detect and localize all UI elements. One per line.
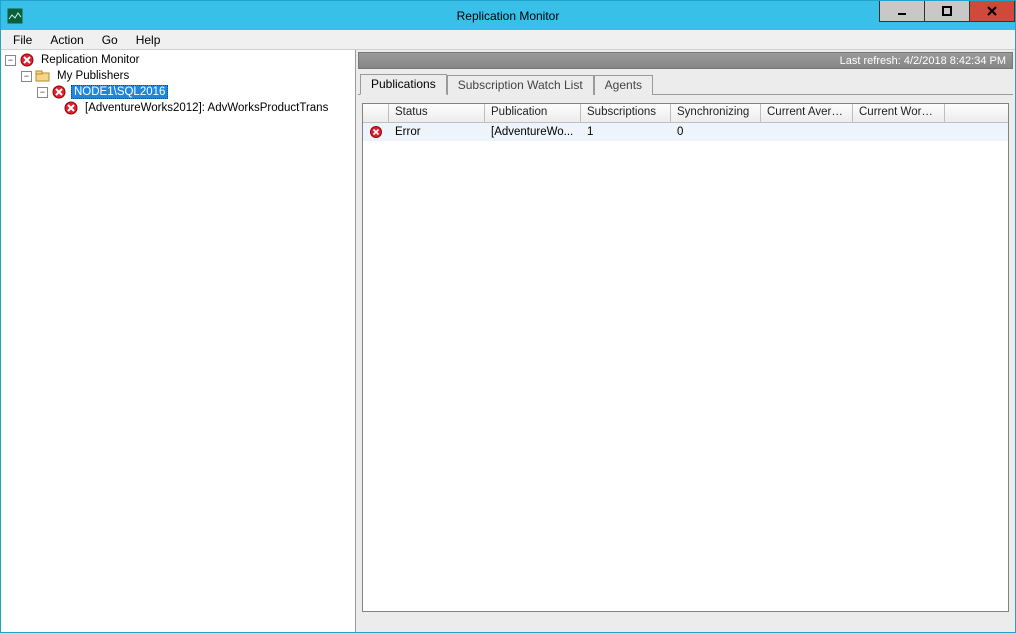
cell-subscriptions: 1 <box>581 123 671 141</box>
col-publication-header[interactable]: Publication <box>485 104 581 122</box>
grid-header: Status Publication Subscriptions Synchro… <box>363 104 1008 123</box>
col-synchronizing-header[interactable]: Synchronizing <box>671 104 761 122</box>
window-controls <box>880 1 1015 30</box>
tree-label: NODE1\SQL2016 <box>71 85 168 99</box>
tab-publications[interactable]: Publications <box>360 74 447 95</box>
content-pane: Last refresh: 4/2/2018 8:42:34 PM Public… <box>356 50 1015 632</box>
publications-grid[interactable]: Status Publication Subscriptions Synchro… <box>362 103 1009 612</box>
col-current-avg-header[interactable]: Current Averag... <box>761 104 853 122</box>
cell-publication: [AdventureWo... <box>485 123 581 141</box>
app-icon <box>7 8 23 24</box>
error-icon <box>369 125 383 139</box>
folder-icon <box>35 68 51 84</box>
menu-go[interactable]: Go <box>94 31 126 49</box>
cell-status: Error <box>389 123 485 141</box>
titlebar[interactable]: Replication Monitor <box>1 1 1015 30</box>
tree: − Replication Monitor − <box>1 50 355 118</box>
menu-file[interactable]: File <box>5 31 40 49</box>
last-refresh-text: Last refresh: 4/2/2018 8:42:34 PM <box>840 55 1006 67</box>
window-frame: Replication Monitor File Action Go Help … <box>0 0 1016 633</box>
tab-agents[interactable]: Agents <box>594 75 653 95</box>
col-status-header[interactable]: Status <box>389 104 485 122</box>
menu-action[interactable]: Action <box>42 31 91 49</box>
expander-icon[interactable]: − <box>37 87 48 98</box>
row-status-icon-cell <box>363 123 389 141</box>
maximize-button[interactable] <box>924 1 970 22</box>
window-title: Replication Monitor <box>1 9 1015 23</box>
tree-label: My Publishers <box>55 70 131 82</box>
tree-label: [AdventureWorks2012]: AdvWorksProductTra… <box>83 102 330 114</box>
tree-node-publishers[interactable]: − My Publishers <box>5 68 351 84</box>
statusbar <box>358 616 1013 630</box>
col-icon-header[interactable] <box>363 104 389 122</box>
last-refresh-bar: Last refresh: 4/2/2018 8:42:34 PM <box>358 52 1013 69</box>
cell-current-avg <box>761 123 853 141</box>
menu-help[interactable]: Help <box>128 31 169 49</box>
col-subscriptions-header[interactable]: Subscriptions <box>581 104 671 122</box>
tree-pane[interactable]: − Replication Monitor − <box>1 50 356 632</box>
table-row[interactable]: Error [AdventureWo... 1 0 <box>363 123 1008 141</box>
grid-body: Error [AdventureWo... 1 0 <box>363 123 1008 611</box>
tree-node-server[interactable]: − NODE1\SQL2016 <box>5 84 351 100</box>
expander-icon[interactable]: − <box>21 71 32 82</box>
tabstrip: Publications Subscription Watch List Age… <box>358 69 1013 94</box>
tab-content: Status Publication Subscriptions Synchro… <box>358 95 1013 616</box>
cell-synchronizing: 0 <box>671 123 761 141</box>
minimize-button[interactable] <box>879 1 925 22</box>
tree-node-root[interactable]: − Replication Monitor <box>5 52 351 68</box>
cell-current-worst <box>853 123 945 141</box>
tree-label: Replication Monitor <box>39 54 141 66</box>
expander-icon[interactable]: − <box>5 55 16 66</box>
error-icon <box>19 52 35 68</box>
col-current-worst-header[interactable]: Current Worst ... <box>853 104 945 122</box>
menubar: File Action Go Help <box>1 30 1015 50</box>
error-icon <box>51 84 67 100</box>
error-icon <box>63 100 79 116</box>
workspace: − Replication Monitor − <box>1 50 1015 632</box>
tree-node-publication[interactable]: [AdventureWorks2012]: AdvWorksProductTra… <box>5 100 351 116</box>
tab-watch-list[interactable]: Subscription Watch List <box>447 75 594 95</box>
close-button[interactable] <box>969 1 1015 22</box>
